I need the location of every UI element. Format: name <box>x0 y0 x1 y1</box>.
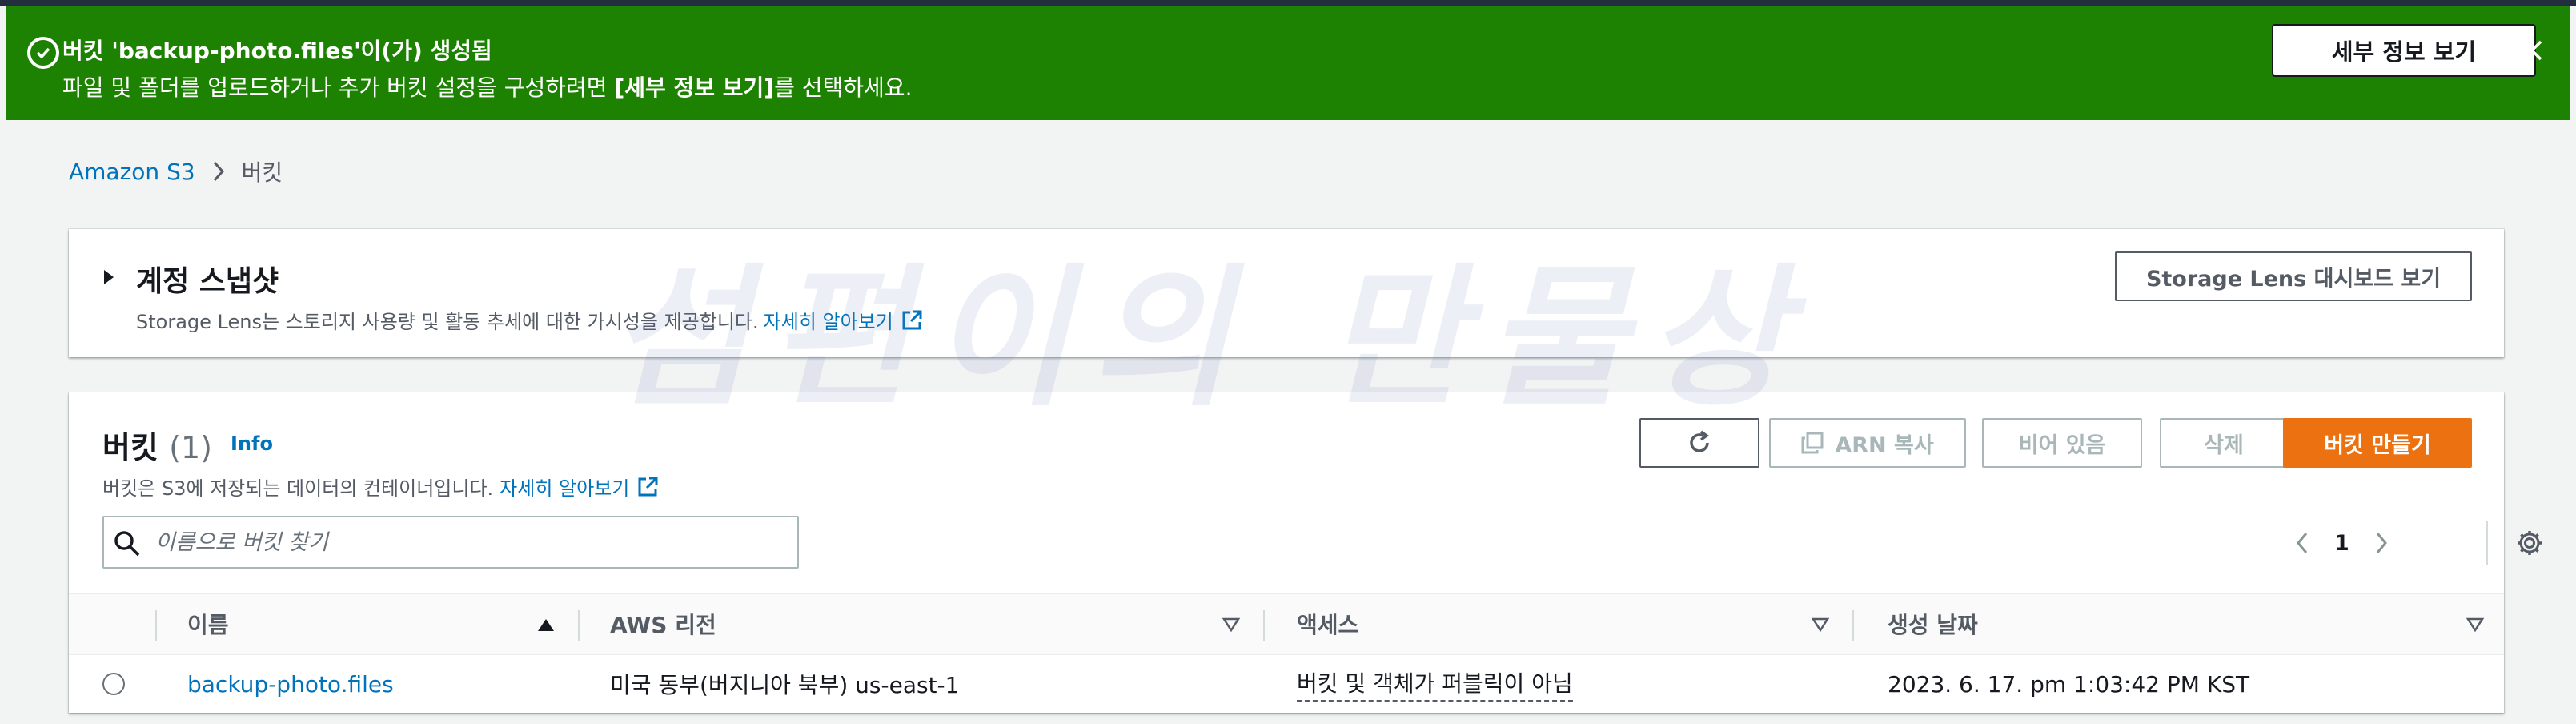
breadcrumb-current: 버킷 <box>241 159 283 186</box>
close-icon[interactable] <box>2512 30 2552 70</box>
external-link-icon <box>637 477 658 497</box>
flash-message: 파일 및 폴더를 업로드하거나 추가 버킷 설정을 구성하려면 [세부 정보 보… <box>62 74 913 101</box>
info-link[interactable]: Info <box>231 432 273 455</box>
column-name[interactable]: 이름 <box>187 594 229 654</box>
chevron-left-icon[interactable] <box>2286 531 2318 555</box>
column-divider <box>1852 610 1854 641</box>
buckets-description: 버킷은 S3에 저장되는 데이터의 컨테이너입니다. 자세히 알아보기 <box>102 473 658 501</box>
view-details-button[interactable]: 세부 정보 보기 <box>2272 24 2536 77</box>
column-region[interactable]: AWS 리전 <box>610 594 716 654</box>
table-row[interactable]: backup-photo.files 미국 동부(버지니아 북부) us-eas… <box>69 655 2504 713</box>
create-bucket-button[interactable]: 버킷 만들기 <box>2283 418 2472 468</box>
snapshot-description: Storage Lens는 스토리지 사용량 및 활동 추세에 대한 가시성을 … <box>136 306 922 334</box>
copy-icon <box>1801 432 1824 454</box>
sort-ascending-icon[interactable] <box>536 617 556 636</box>
copy-arn-button[interactable]: ARN 복사 <box>1769 418 1966 468</box>
column-created[interactable]: 생성 날짜 <box>1888 594 1978 654</box>
empty-bucket-button[interactable]: 비어 있음 <box>1982 418 2142 468</box>
bucket-name-link[interactable]: backup-photo.files <box>187 655 394 713</box>
sort-descending-icon[interactable] <box>2466 617 2485 636</box>
sort-descending-icon[interactable] <box>1222 617 1241 636</box>
breadcrumb: Amazon S3 버킷 <box>69 155 283 187</box>
external-link-icon <box>901 310 922 331</box>
gear-icon[interactable] <box>2515 529 2544 561</box>
refresh-button[interactable] <box>1639 418 1759 468</box>
chevron-right-icon[interactable] <box>2365 531 2397 555</box>
pager-divider <box>2486 521 2488 565</box>
current-page[interactable]: 1 <box>2334 531 2349 556</box>
top-strip <box>0 0 2576 6</box>
success-flash-banner: 버킷 'backup-photo.files'이(가) 생성됨 파일 및 폴더를… <box>6 6 2570 120</box>
column-divider <box>155 610 157 641</box>
bucket-created-date: 2023. 6. 17. pm 1:03:42 PM KST <box>1888 670 2250 698</box>
snapshot-learn-more-link[interactable]: 자세히 알아보기 <box>764 306 893 334</box>
bucket-count: (1) <box>169 430 212 465</box>
delete-bucket-button[interactable]: 삭제 <box>2160 418 2288 468</box>
refresh-icon <box>1686 429 1713 457</box>
bucket-search-field[interactable] <box>102 516 799 569</box>
column-access[interactable]: 액세스 <box>1297 594 1358 654</box>
storage-lens-dashboard-button[interactable]: Storage Lens 대시보드 보기 <box>2115 251 2472 301</box>
row-select-radio[interactable] <box>102 673 125 695</box>
breadcrumb-amazon-s3[interactable]: Amazon S3 <box>69 159 195 185</box>
check-circle-icon <box>27 37 59 69</box>
account-snapshot-panel: 계정 스냅샷 Storage Lens는 스토리지 사용량 및 활동 추세에 대… <box>69 229 2504 357</box>
table-header: 이름 AWS 리전 액세스 생성 날짜 <box>69 593 2504 655</box>
bucket-region: 미국 동부(버지니아 북부) us-east-1 <box>610 672 960 698</box>
snapshot-title[interactable]: 계정 스냅샷 <box>136 258 279 300</box>
flash-title: 버킷 'backup-photo.files'이(가) 생성됨 <box>62 38 492 64</box>
column-divider <box>578 610 580 641</box>
column-divider <box>1263 610 1265 641</box>
sort-descending-icon[interactable] <box>1811 617 1830 636</box>
buckets-panel: 버킷 (1) Info 버킷은 S3에 저장되는 데이터의 컨테이너입니다. 자… <box>69 392 2542 713</box>
buckets-heading: 버킷 (1) <box>102 430 212 465</box>
chevron-right-icon <box>211 160 226 183</box>
caret-right-icon[interactable] <box>102 269 115 288</box>
bucket-access[interactable]: 버킷 및 객체가 퍼블릭이 아님 <box>1297 655 1573 713</box>
pagination: 1 <box>2286 521 2542 565</box>
bucket-search-input[interactable] <box>155 524 788 561</box>
buckets-learn-more-link[interactable]: 자세히 알아보기 <box>500 473 629 501</box>
search-icon <box>114 530 141 561</box>
